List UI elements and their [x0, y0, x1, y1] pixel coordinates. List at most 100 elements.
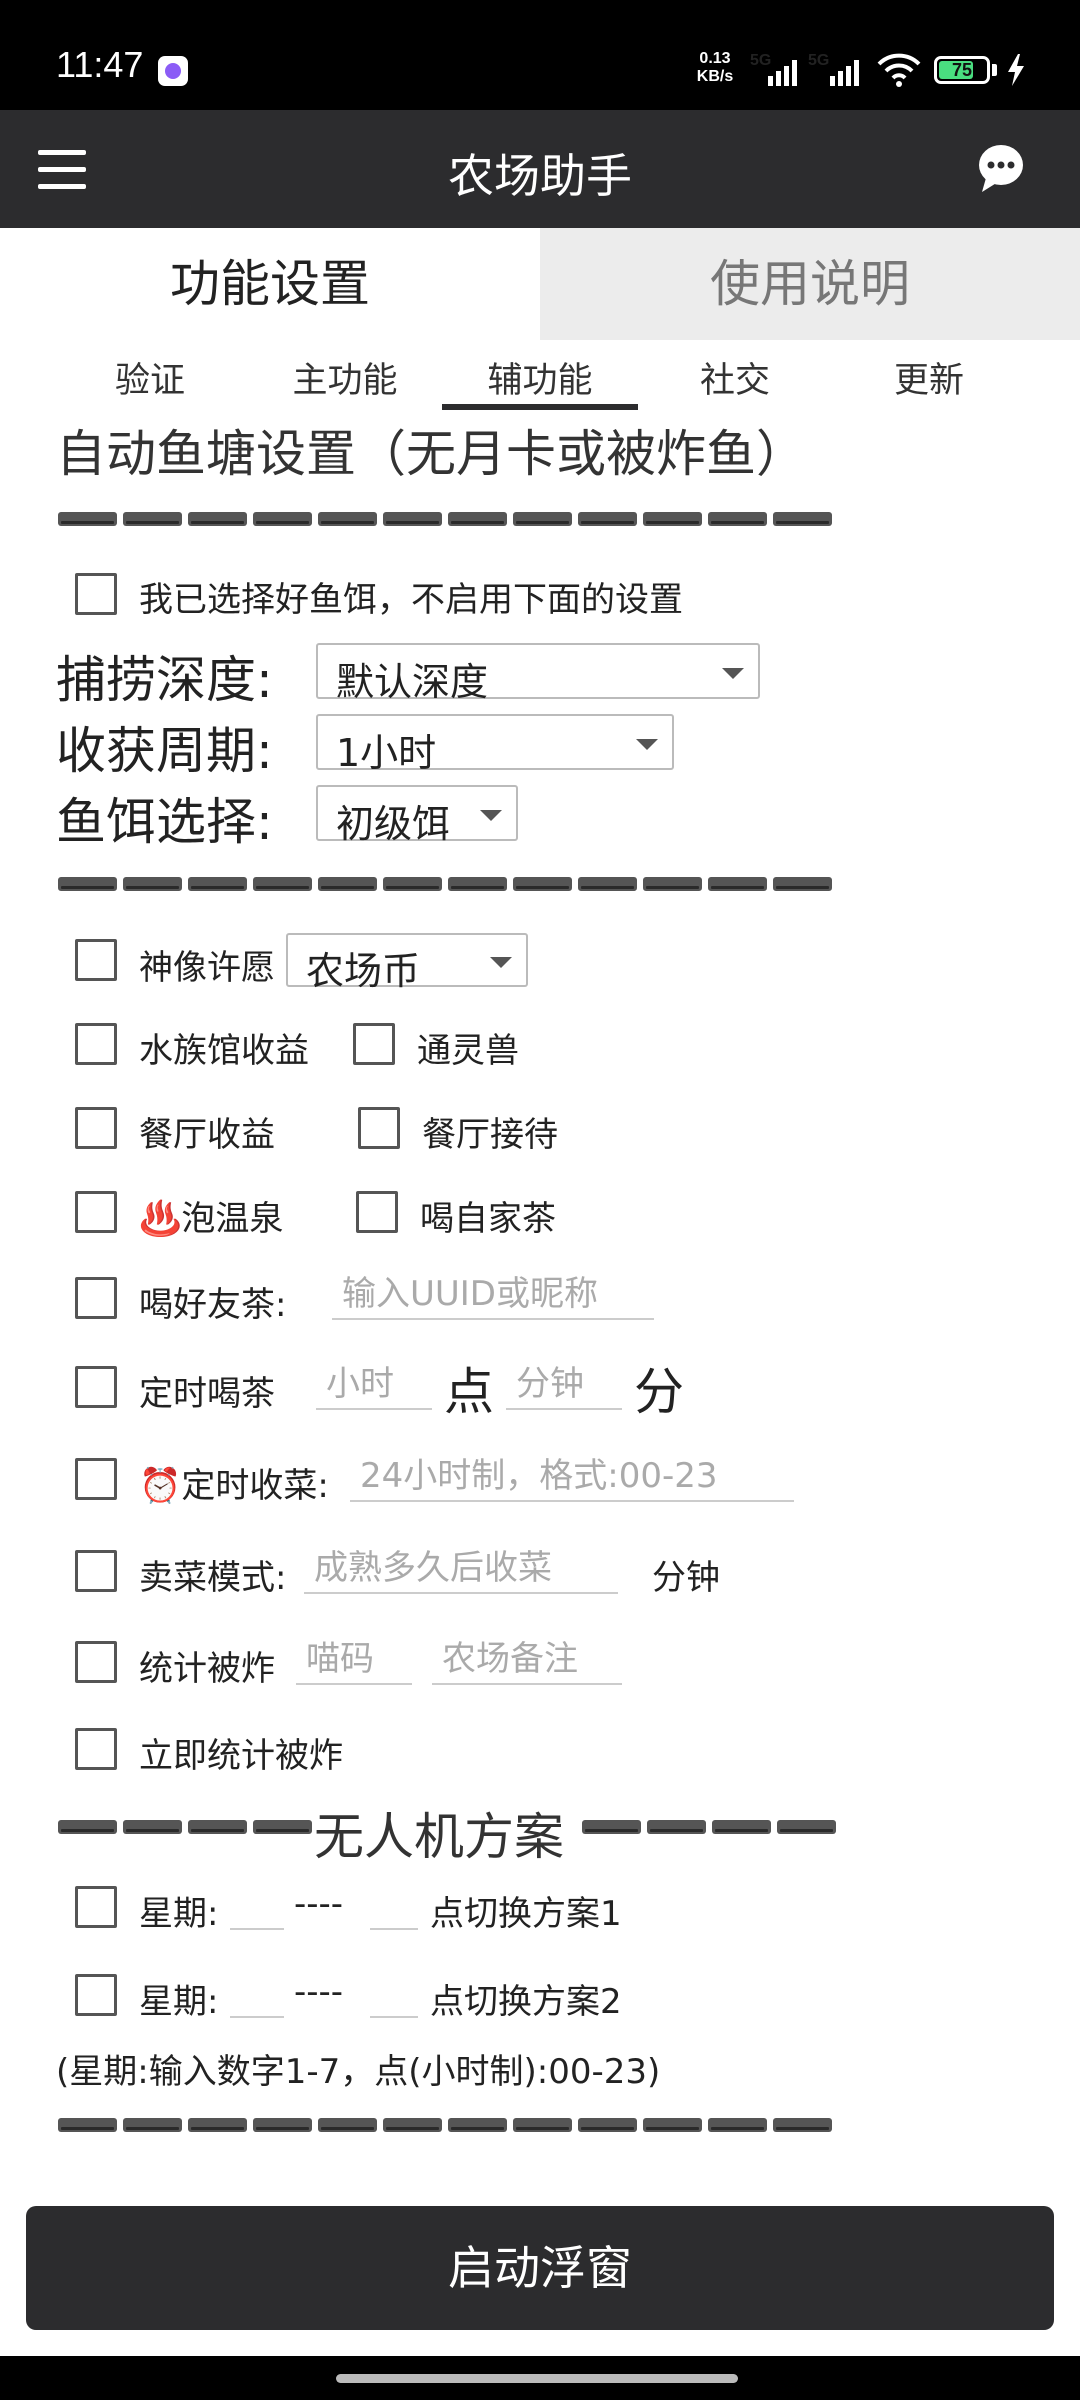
section-divider — [58, 877, 838, 891]
timed-harvest-field[interactable] — [350, 1452, 794, 1502]
chevron-down-icon — [722, 668, 744, 679]
subtab-verify[interactable]: 验证 — [70, 352, 230, 403]
app-title: 农场助手 — [448, 149, 632, 203]
spirit-beast-checkbox[interactable] — [353, 1023, 395, 1065]
drone-plan2-hour-input[interactable] — [370, 1968, 418, 2016]
drone-plan1-hour-input[interactable] — [370, 1880, 418, 1928]
chat-bubble-icon[interactable] — [978, 144, 1024, 194]
divider-dash — [383, 2118, 442, 2132]
network-speed: 0.13 KB/s — [692, 50, 738, 86]
wish-checkbox[interactable] — [75, 939, 117, 981]
drone-plan1-checkbox[interactable] — [75, 1886, 117, 1928]
subtab-main-function[interactable]: 主功能 — [265, 352, 425, 403]
app-notification-icon — [158, 56, 188, 86]
drone-plan2-weekday-field[interactable] — [230, 1968, 284, 2018]
divider-dash — [58, 2118, 117, 2132]
divider-dash — [188, 2118, 247, 2132]
divider-dash — [578, 877, 637, 891]
tea-hour-field[interactable] — [316, 1360, 432, 1410]
meow-code-field[interactable] — [296, 1635, 412, 1685]
period-select[interactable]: 1小时 — [316, 714, 674, 775]
drone-plan2-hour-field[interactable] — [370, 1968, 418, 2018]
timed-tea-checkbox[interactable] — [75, 1366, 117, 1408]
divider-dash — [253, 877, 312, 891]
drone-plan1-weekday-label: 星期: — [139, 1894, 219, 1934]
bait-select[interactable]: 初级饵 — [316, 785, 518, 846]
drone-plan1-weekday-field[interactable] — [230, 1880, 284, 1930]
drone-plan1-weekday-input[interactable] — [230, 1880, 284, 1928]
divider-dash — [777, 1820, 836, 1834]
tea-minute-input[interactable] — [506, 1360, 622, 1408]
start-floating-window-button[interactable]: 启动浮窗 — [26, 2206, 1054, 2330]
timed-harvest-checkbox[interactable] — [75, 1458, 117, 1500]
status-bar: 11:47 0.13 KB/s 5G 5G 75 — [0, 0, 1080, 110]
tab-function-settings[interactable]: 功能设置 — [0, 228, 540, 340]
home-indicator[interactable] — [336, 2374, 738, 2383]
sell-mode-checkbox[interactable] — [75, 1550, 117, 1592]
tea-minute-field[interactable] — [506, 1360, 622, 1410]
sim2-label: 5G — [808, 52, 830, 69]
drone-plan1-hour-field[interactable] — [370, 1880, 418, 1930]
status-time: 11:47 — [56, 44, 144, 85]
subtab-update[interactable]: 更新 — [849, 352, 1009, 403]
divider-dash — [58, 1820, 117, 1834]
sell-mode-input[interactable] — [304, 1544, 618, 1592]
hot-spring-checkbox[interactable] — [75, 1191, 117, 1233]
alarm-clock-icon: ⏰ — [139, 1466, 182, 1506]
bomb-stats-checkbox[interactable] — [75, 1641, 117, 1683]
charging-icon — [1008, 54, 1024, 86]
subtab-social[interactable]: 社交 — [655, 352, 815, 403]
own-tea-checkbox[interactable] — [356, 1191, 398, 1233]
sell-mode-field[interactable] — [304, 1544, 618, 1594]
friend-tea-checkbox[interactable] — [75, 1277, 117, 1319]
drone-section-title: 无人机方案 — [314, 1808, 564, 1866]
restaurant-income-checkbox[interactable] — [75, 1107, 117, 1149]
bomb-stats-now-checkbox[interactable] — [75, 1728, 117, 1770]
drone-plan2-separator: ---- — [294, 1972, 344, 2012]
divider-dash — [448, 2118, 507, 2132]
farm-note-field[interactable] — [432, 1635, 622, 1685]
aquarium-checkbox[interactable] — [75, 1023, 117, 1065]
depth-select-value: 默认深度 — [336, 660, 489, 704]
divider-dash — [513, 2118, 572, 2132]
divider-dash — [578, 2118, 637, 2132]
tab-instructions[interactable]: 使用说明 — [540, 228, 1080, 340]
signal-sim2-icon: 5G — [808, 52, 868, 86]
divider-dash — [513, 512, 572, 526]
subtab-auxiliary-function[interactable]: 辅功能 — [460, 352, 620, 403]
signal-sim1-icon: 5G — [750, 52, 802, 86]
divider-dash — [582, 1820, 641, 1834]
bomb-stats-now-label: 立即统计被炸 — [139, 1736, 343, 1776]
drone-plan1-separator: ---- — [294, 1884, 344, 1924]
own-tea-label: 喝自家茶 — [420, 1199, 556, 1239]
divider-dash — [647, 1820, 706, 1834]
friend-tea-field[interactable] — [332, 1270, 654, 1320]
divider-dash — [253, 512, 312, 526]
hour-unit-label: 点 — [444, 1363, 494, 1421]
wifi-icon — [877, 53, 921, 87]
network-speed-value: 0.13 — [699, 50, 731, 67]
divider-dash — [773, 512, 832, 526]
restaurant-reception-checkbox[interactable] — [358, 1107, 400, 1149]
wish-select[interactable]: 农场币 — [286, 933, 528, 993]
skip-settings-checkbox[interactable] — [75, 573, 117, 615]
drone-plan2-weekday-input[interactable] — [230, 1968, 284, 2016]
subtab-active-indicator — [442, 404, 638, 410]
divider-dash — [773, 2118, 832, 2132]
drone-plan2-checkbox[interactable] — [75, 1974, 117, 2016]
restaurant-reception-label: 餐厅接待 — [422, 1115, 558, 1155]
depth-select[interactable]: 默认深度 — [316, 643, 760, 704]
farm-note-input[interactable] — [432, 1635, 622, 1683]
divider-dash — [253, 1820, 312, 1834]
bait-select-value: 初级饵 — [336, 802, 451, 846]
app-header: 农场助手 — [0, 110, 1080, 228]
friend-tea-input[interactable] — [332, 1270, 654, 1318]
section-divider — [582, 1820, 842, 1834]
sell-mode-label: 卖菜模式: — [139, 1558, 287, 1598]
sell-mode-unit: 分钟 — [652, 1558, 720, 1598]
tea-hour-input[interactable] — [316, 1360, 432, 1408]
meow-code-input[interactable] — [296, 1635, 412, 1683]
timed-harvest-input[interactable] — [350, 1452, 794, 1500]
divider-dash — [708, 2118, 767, 2132]
drone-plan2-label: 点切换方案2 — [430, 1982, 622, 2022]
